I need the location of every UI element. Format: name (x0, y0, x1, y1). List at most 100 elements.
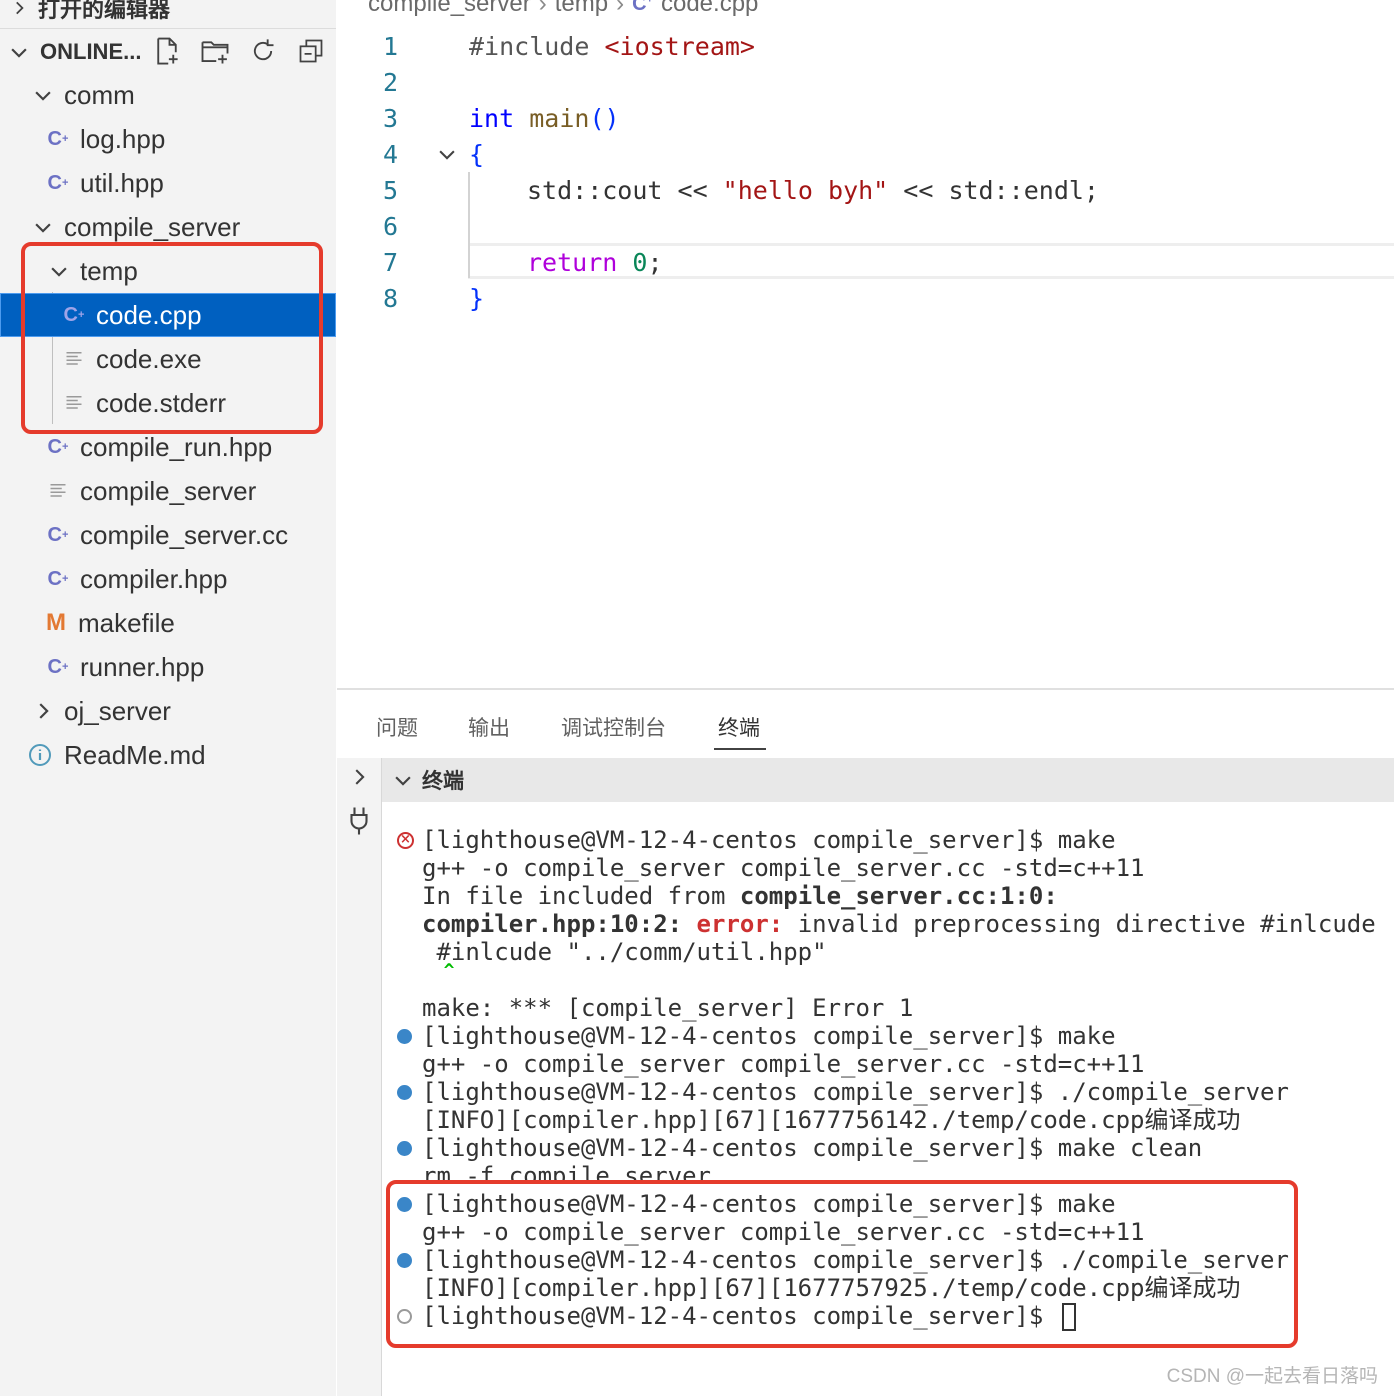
terminal-text: compiler.hpp:10:2: (422, 910, 683, 938)
collapse-all-icon[interactable] (294, 34, 328, 68)
chevron-right-icon[interactable] (348, 766, 370, 788)
tree-file-readme-md[interactable]: ReadMe.md (0, 733, 336, 777)
terminal-line: [lighthouse@VM-12-4-centos compile_serve… (422, 826, 1116, 854)
terminal-line: rm -f compile_server (422, 1162, 711, 1180)
code-token: <iostream> (604, 31, 755, 61)
tree-item-label: compile_server.cc (80, 519, 289, 550)
terminal-line: In file included from compile_server.cc:… (422, 882, 1058, 910)
error-status-icon: × (397, 832, 414, 849)
code-token: 0 (632, 247, 648, 277)
tree-item-label: ReadMe.md (64, 739, 206, 770)
success-status-dot (397, 1029, 412, 1044)
code-line: 3 int main() (337, 100, 1394, 136)
terminal-text: invalid preprocessing directive #inlcude (783, 910, 1376, 938)
open-editors-header[interactable]: 打开的编辑器 (0, 0, 336, 30)
code-token: int (469, 103, 515, 133)
tab-debug-console[interactable]: 调试控制台 (561, 712, 666, 742)
terminal-side-strip (337, 758, 382, 1396)
terminal-error-label: error: (696, 910, 784, 938)
code-line: 6 (337, 208, 1394, 244)
tree-item-label: compile_server (64, 211, 241, 242)
annotation-highlight-box (386, 1180, 1298, 1348)
code-token: main (529, 103, 590, 133)
plug-icon[interactable] (347, 806, 371, 836)
tree-file-log-hpp[interactable]: C + log.hpp (0, 117, 336, 161)
new-file-icon[interactable] (150, 34, 184, 68)
tree-item-label: compiler.hpp (80, 563, 228, 594)
code-token: #include (469, 31, 605, 61)
cpp-file-icon: C+ (47, 567, 69, 590)
tree-file-compile-server[interactable]: compile_server (0, 469, 336, 513)
terminal-line: make: *** [compile_server] Error 1 (422, 994, 914, 1022)
code-line: 1 #include <iostream> (337, 28, 1394, 64)
chevron-right-icon: › (616, 0, 625, 17)
terminal-text: compile_server.cc:1:0: (739, 882, 1058, 910)
watermark: CSDN @一起去看日落吗 (1166, 1366, 1378, 1387)
breadcrumb-item[interactable]: temp (555, 0, 608, 18)
annotation-highlight-box (21, 242, 323, 434)
tree-item-label: comm (64, 79, 135, 110)
code-token: "hello byh" (722, 175, 889, 205)
line-number: 6 (383, 211, 399, 241)
terminal-line: compiler.hpp:10:2: error: invalid prepro… (422, 910, 1376, 938)
breadcrumb-item[interactable]: compile_server (368, 0, 531, 18)
line-number: 2 (383, 67, 399, 97)
info-icon (28, 743, 52, 767)
breadcrumb: compile_server › temp › C+ code.cpp (368, 0, 758, 18)
line-number: 7 (383, 247, 399, 277)
workspace-label: ONLINE... (40, 39, 142, 64)
code-token: << std::endl; (888, 175, 1099, 205)
tree-file-util-hpp[interactable]: C + util.hpp (0, 161, 336, 205)
code-editor[interactable]: 1 #include <iostream> 2 3 int main() 4 {… (337, 28, 1394, 328)
line-number: 8 (383, 283, 399, 313)
terminal-line: ^ (422, 960, 455, 981)
tree-item-label: makefile (78, 607, 175, 638)
line-number: 5 (383, 175, 399, 205)
terminal-header[interactable]: 终端 (382, 758, 1394, 802)
success-status-dot (397, 1141, 412, 1156)
tree-item-label: compile_run.hpp (80, 431, 273, 462)
tree-file-makefile[interactable]: M makefile (0, 601, 336, 645)
makefile-icon: M (46, 609, 66, 636)
success-status-dot (397, 1085, 412, 1100)
fold-chevron-down-icon[interactable] (436, 143, 458, 165)
code-line: 2 (337, 64, 1394, 100)
text-file-icon (46, 479, 70, 503)
open-editors-label: 打开的编辑器 (38, 0, 171, 22)
panel-tab-bar: 问题 输出 调试控制台 终端 (337, 690, 1394, 758)
chevron-down-icon (11, 48, 27, 58)
cpp-file-icon: C+ (47, 435, 69, 458)
line-number: 1 (383, 31, 399, 61)
tree-folder-comm[interactable]: comm (0, 73, 336, 117)
code-token: } (469, 283, 485, 313)
tab-terminal[interactable]: 终端 (718, 712, 760, 742)
breadcrumb-item[interactable]: code.cpp (661, 0, 758, 18)
cpp-file-icon: C+ (47, 655, 69, 678)
terminal-line: #inlcude "../comm/util.hpp" (422, 938, 827, 966)
code-token: return (527, 247, 618, 277)
code-token: ; (647, 247, 663, 277)
chevron-down-icon (35, 223, 51, 233)
tab-output[interactable]: 输出 (468, 712, 510, 742)
cpp-file-icon: C+ (47, 127, 69, 150)
code-line: 8 } (337, 280, 1394, 316)
terminal-text: In file included from (422, 882, 740, 910)
tree-item-label: compile_server (80, 475, 257, 506)
new-folder-icon[interactable] (198, 34, 232, 68)
terminal-line: [lighthouse@VM-12-4-centos compile_serve… (422, 1134, 1203, 1162)
chevron-down-icon (35, 91, 51, 101)
tree-file-runner-hpp[interactable]: C + runner.hpp (0, 645, 336, 689)
code-token: { (469, 139, 485, 169)
code-line: 5 std::cout << "hello byh" << std::endl; (337, 172, 1394, 208)
refresh-icon[interactable] (246, 34, 280, 68)
chevron-right-icon (16, 1, 24, 15)
tree-file-compile-server-cc[interactable]: C + compile_server.cc (0, 513, 336, 557)
tree-item-label: oj_server (64, 695, 171, 726)
terminal-line: [lighthouse@VM-12-4-centos compile_serve… (422, 1022, 1116, 1050)
tree-folder-oj-server[interactable]: oj_server (0, 689, 336, 733)
tree-file-compiler-hpp[interactable]: C + compiler.hpp (0, 557, 336, 601)
cpp-file-icon: C+ (47, 171, 69, 194)
chevron-right-icon (39, 703, 49, 719)
active-tab-indicator (714, 748, 766, 750)
tab-problems[interactable]: 问题 (376, 712, 418, 742)
